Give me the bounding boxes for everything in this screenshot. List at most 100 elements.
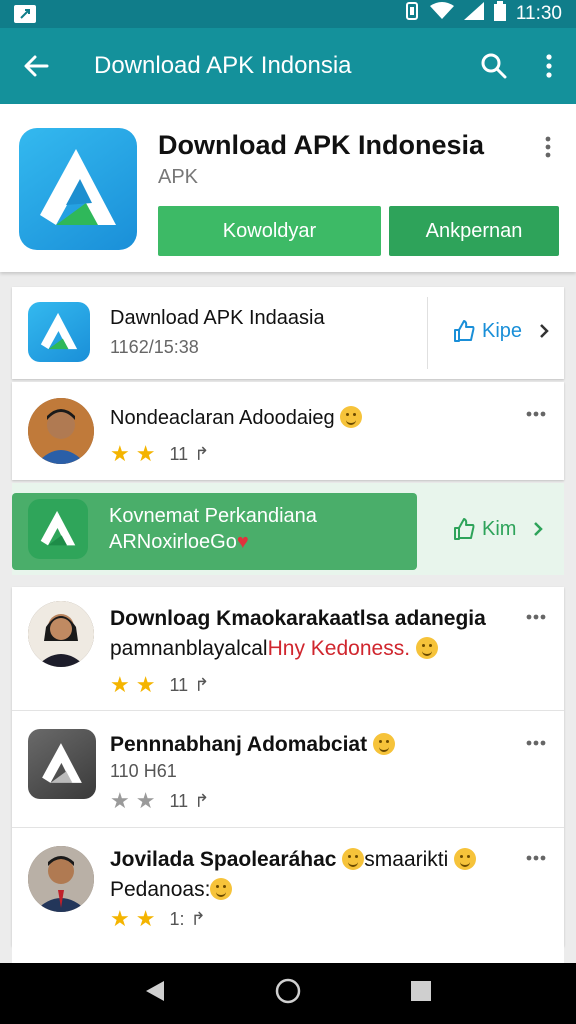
smile-emoji-icon	[415, 637, 438, 659]
star-icon: ★	[110, 441, 130, 466]
row-more-button[interactable]	[524, 404, 548, 424]
app-logo-icon	[19, 128, 137, 250]
smile-emoji-icon	[342, 848, 365, 870]
search-button[interactable]	[466, 28, 522, 104]
smile-emoji-icon	[372, 733, 395, 755]
smile-emoji-icon	[340, 406, 363, 428]
highlight-title: Kovnemat Perkandiana	[109, 505, 317, 527]
app-bar: Download APK Indonsia	[0, 28, 576, 104]
recents-nav-button[interactable]	[410, 980, 432, 1007]
search-icon	[481, 53, 507, 79]
thumbs-up-icon	[454, 518, 475, 540]
more-vert-icon	[546, 54, 552, 78]
star-icon: ★	[110, 672, 130, 697]
signal-icon	[463, 2, 484, 26]
more-vert-icon	[545, 136, 551, 158]
rating-stars: ★ ★ 1: ↱	[110, 908, 206, 930]
battery-icon	[493, 1, 506, 27]
header-more-button[interactable]	[536, 134, 560, 160]
app-subtitle: APK	[158, 166, 199, 188]
list-item-title: Nondeaclaran Adoodaieg	[110, 407, 335, 429]
star-icon: ★	[135, 672, 156, 697]
more-horiz-icon	[526, 614, 546, 620]
status-bar: 11:30	[0, 0, 576, 28]
avatar	[28, 601, 94, 667]
share-icon: ↱	[194, 790, 210, 811]
star-icon: ★	[135, 906, 156, 931]
vibrate-icon	[404, 1, 420, 27]
rating-count: 11	[169, 674, 189, 695]
list-item-title: Jovilada Spaolearáhac	[110, 848, 337, 871]
next-card-peek	[12, 946, 564, 963]
notification-icon	[14, 5, 36, 23]
share-icon: ↱	[194, 443, 210, 464]
app-bar-title: Download APK Indonsia	[94, 52, 352, 79]
row-more-button[interactable]	[524, 848, 548, 868]
secondary-action-button[interactable]: Ankpernan	[389, 206, 559, 256]
smile-emoji-icon	[210, 878, 233, 900]
highlight-card[interactable]: Kovnemat Perkandiana ARNoxirloeGo♥ Kim	[12, 483, 564, 575]
star-icon: ★	[135, 441, 156, 466]
system-nav-bar	[0, 963, 576, 1024]
square-recents-icon	[410, 981, 431, 1001]
rating-stars: ★ ★ 11 ↱	[110, 790, 209, 812]
list-item[interactable]: Pennnabhanj Adomabciat 110 H61 ★ ★ 11 ↱	[12, 711, 564, 828]
thumbs-up-icon	[454, 320, 475, 342]
app-title: Download APK Indonesia	[158, 130, 485, 160]
more-horiz-icon	[526, 855, 546, 861]
avatar	[28, 846, 94, 912]
divider	[427, 297, 428, 369]
app-header-card: Download APK Indonesia APK Kowoldyar Ank…	[0, 104, 576, 272]
highlight-install-link[interactable]: Kim	[452, 517, 544, 541]
back-nav-button[interactable]	[144, 979, 166, 1008]
list-item-title: Downloag Kmaokarakaatlsa adanegia	[110, 607, 486, 630]
list-card: Downloag Kmaokarakaatlsa adanegia pamnan…	[12, 587, 564, 946]
list-item-title-suffix: smaarikti	[364, 848, 449, 871]
back-button[interactable]	[0, 28, 72, 104]
list-item-subtitle: 110 H61	[110, 761, 177, 781]
chevron-right-icon	[540, 324, 549, 338]
rating-count: 11	[169, 443, 189, 464]
row-more-button[interactable]	[524, 733, 548, 753]
highlight-action-label: Kim	[482, 517, 517, 540]
home-nav-button[interactable]	[275, 978, 301, 1009]
wifi-icon	[429, 2, 454, 26]
list-item[interactable]: Nondeaclaran Adoodaieg ★ ★ 11 ↱	[12, 382, 564, 480]
rating-stars: ★ ★ 11 ↱	[110, 674, 209, 696]
featured-install-link[interactable]: Kipe	[452, 319, 550, 343]
more-horiz-icon	[526, 411, 546, 417]
arrow-left-icon	[24, 55, 49, 77]
status-time: 11:30	[515, 3, 562, 24]
list-item[interactable]: Jovilada Spaolearáhac smaarikti Pedanoas…	[12, 828, 564, 946]
highlight-subtitle: ARNoxirloeGo	[109, 531, 237, 553]
circle-home-icon	[275, 978, 301, 1004]
list-item[interactable]: Downloag Kmaokarakaatlsa adanegia pamnan…	[12, 587, 564, 711]
featured-action-label: Kipe	[482, 319, 523, 342]
share-icon: ↱	[190, 908, 206, 929]
chevron-right-icon	[534, 522, 544, 536]
star-icon: ★	[135, 788, 156, 813]
primary-action-button[interactable]: Kowoldyar	[158, 206, 381, 256]
star-icon: ★	[110, 906, 130, 931]
avatar	[28, 398, 94, 464]
featured-title: Dawnload APK Indaasia	[110, 307, 325, 329]
star-icon: ★	[110, 788, 130, 813]
triangle-back-icon	[146, 981, 165, 1001]
row-more-button[interactable]	[524, 607, 548, 627]
wink-emoji-icon	[454, 848, 477, 870]
more-horiz-icon	[526, 740, 546, 746]
list-item-title-line2: pamnanblayalcal	[110, 637, 268, 660]
app-logo-icon	[28, 729, 96, 799]
rating-stars: ★ ★ 11 ↱	[110, 443, 209, 465]
app-logo-icon	[28, 499, 88, 559]
heart-icon: ♥	[236, 531, 249, 553]
app-logo-icon	[28, 302, 90, 362]
rating-count: 11	[169, 790, 189, 811]
list-item-title-line2: Pedanoas:	[110, 878, 211, 901]
overflow-menu-button[interactable]	[522, 28, 576, 104]
list-item-highlight-text: Hny Kedoness.	[267, 637, 411, 660]
featured-subtitle: 1162/15:38	[110, 337, 199, 357]
list-item-title: Pennnabhanj Adomabciat	[110, 733, 368, 756]
featured-card[interactable]: Dawnload APK Indaasia 1162/15:38 Kipe	[12, 287, 564, 379]
rating-count: 1:	[169, 908, 185, 929]
